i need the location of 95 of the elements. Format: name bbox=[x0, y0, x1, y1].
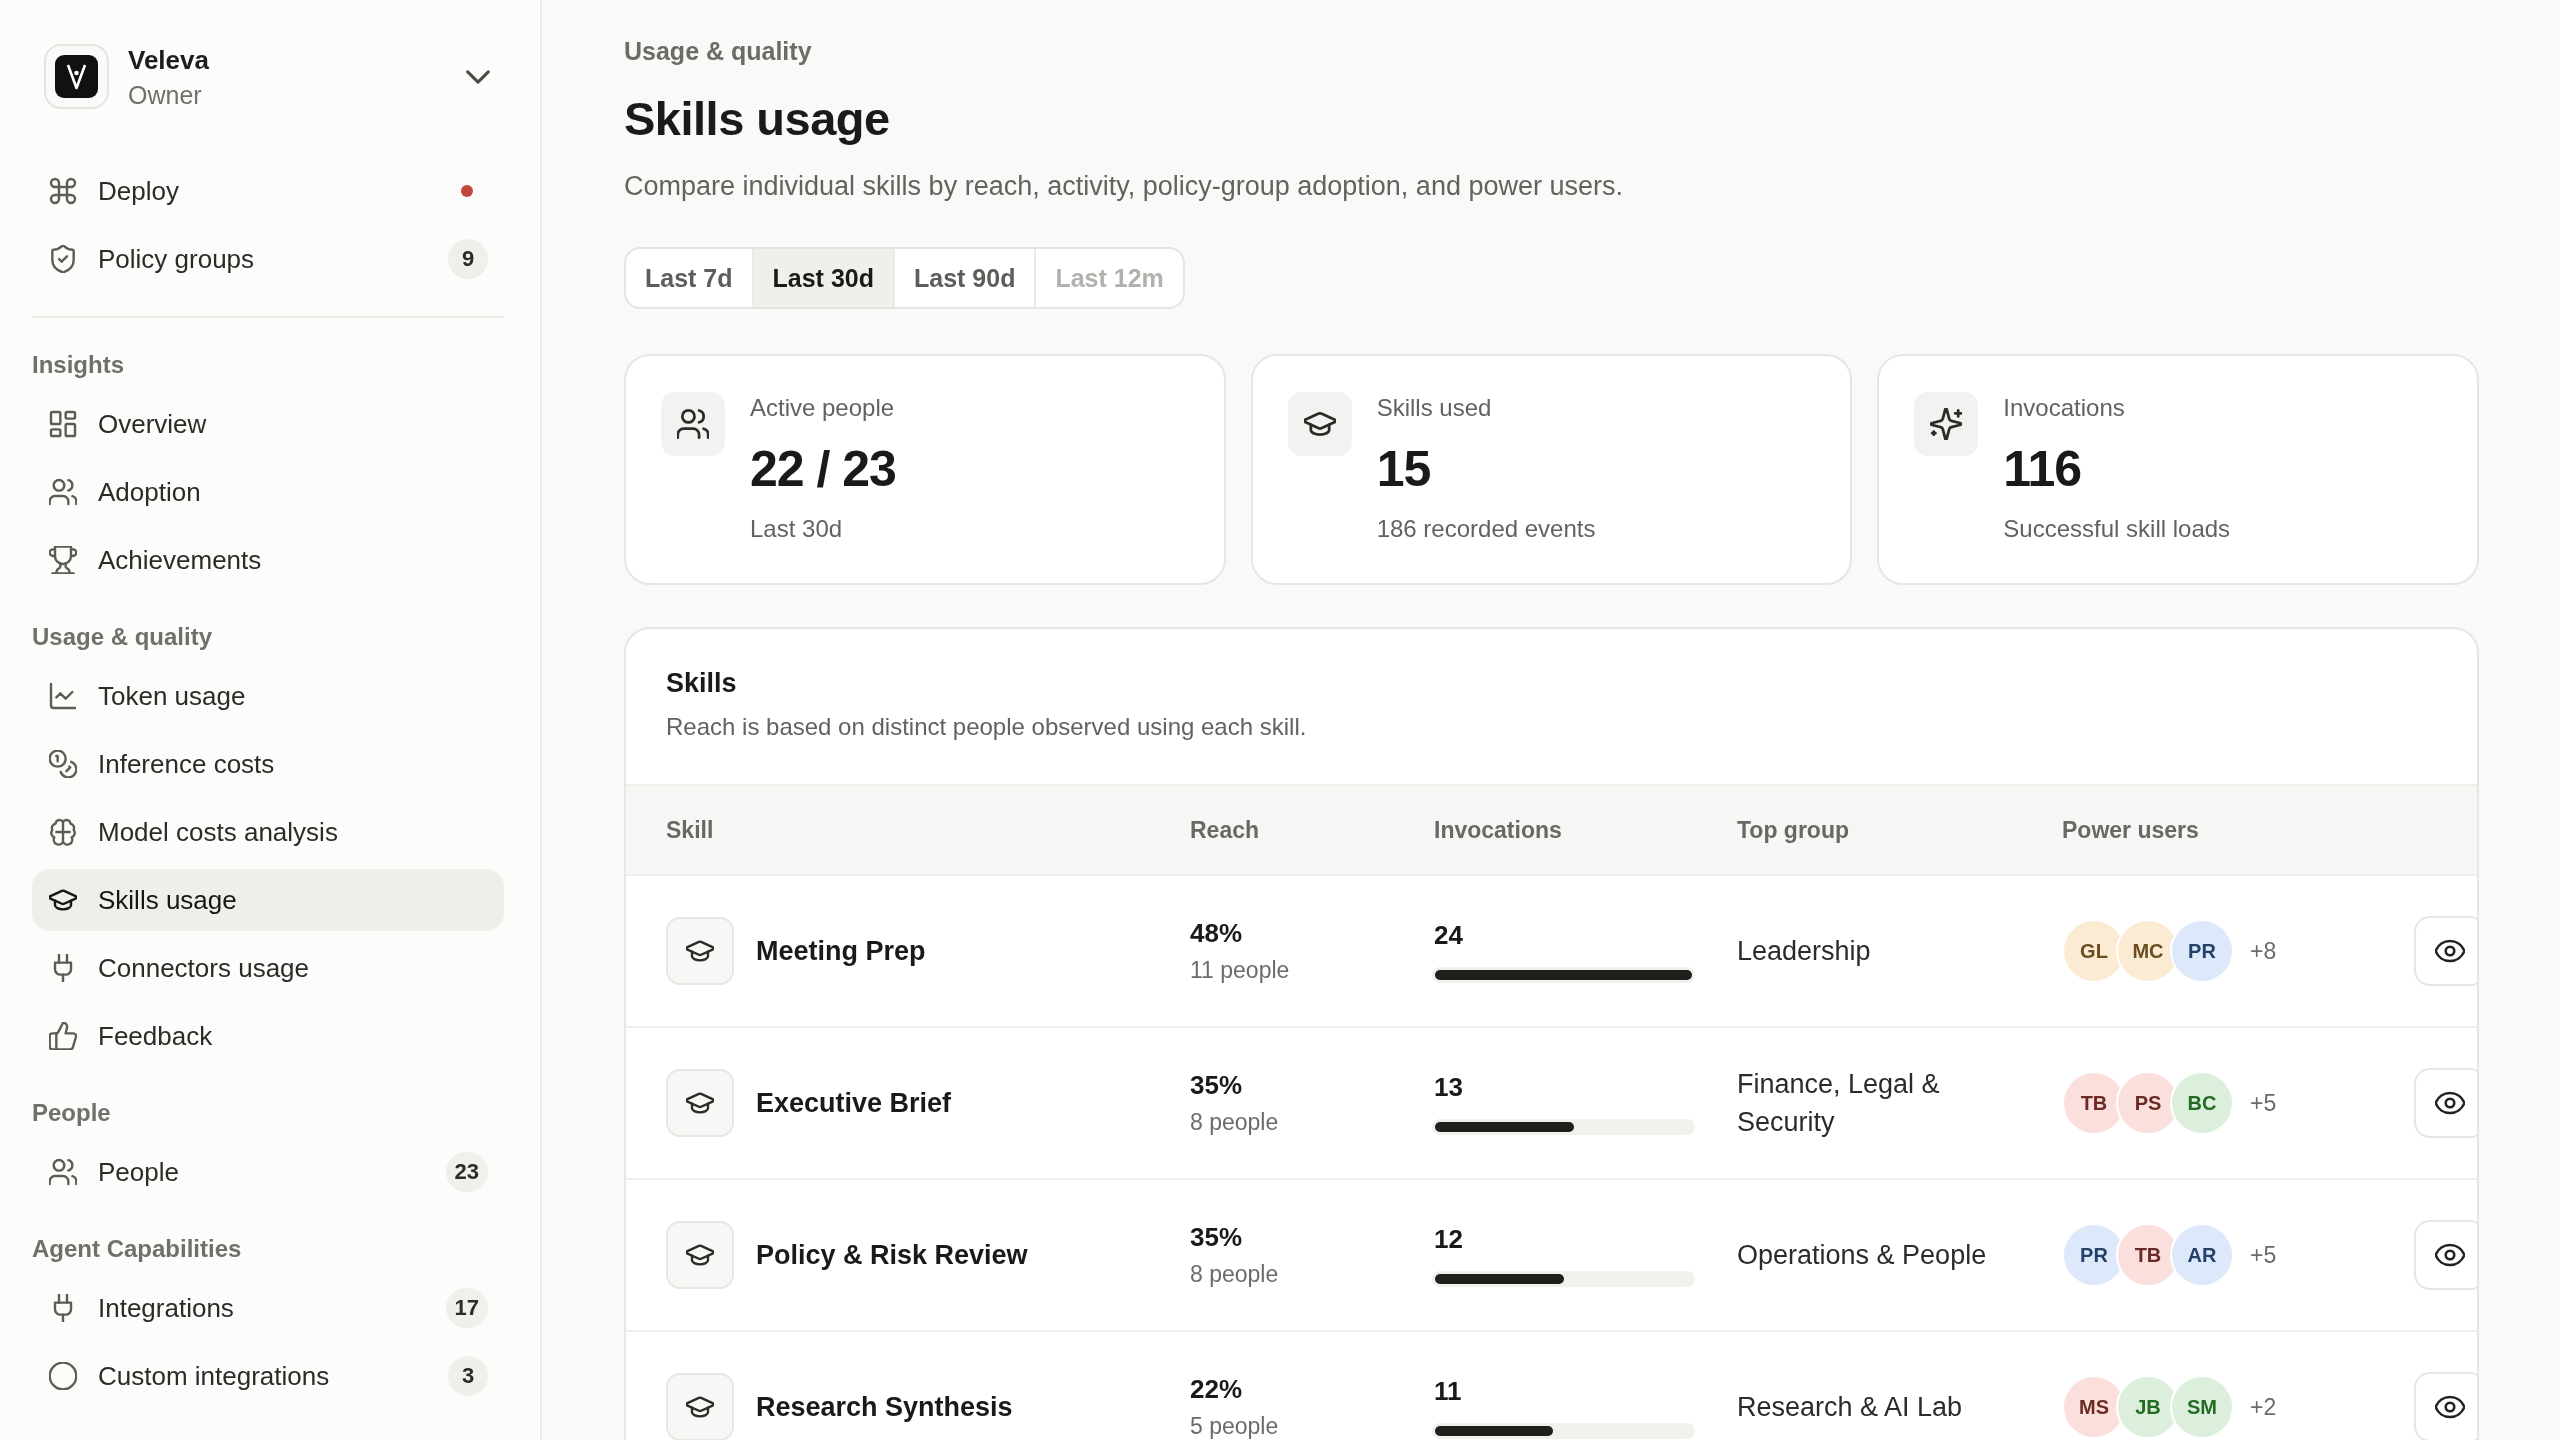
nav-item[interactable]: Deploy bbox=[32, 160, 461, 222]
workspace-role: Owner bbox=[128, 79, 203, 110]
stat-value: 15 bbox=[1376, 440, 1432, 498]
stat-note: 186 recorded events bbox=[1376, 514, 1596, 544]
column-header: Power users bbox=[2062, 816, 2200, 844]
invocation-count: 24 bbox=[1434, 919, 1463, 951]
reach-people: 5 people bbox=[1190, 1412, 1279, 1440]
count-badge: 23 bbox=[445, 1152, 488, 1192]
page-description: Compare individual skills by reach, activity, policy-group adoption, and power users. bbox=[624, 170, 1624, 203]
invocation-count: 11 bbox=[1434, 1375, 1462, 1407]
stat-value: 116 bbox=[2003, 440, 2082, 498]
top-group: Leadership bbox=[1737, 932, 2027, 970]
sparkles-icon bbox=[1914, 392, 1979, 456]
graduation-cap-icon bbox=[666, 1221, 734, 1289]
column-header: Reach bbox=[1190, 816, 1261, 844]
reach-people: 8 people bbox=[1190, 1260, 1279, 1289]
column-header: Skill bbox=[666, 816, 715, 844]
count-badge: 3 bbox=[448, 1356, 488, 1396]
graduation-cap-icon bbox=[666, 917, 734, 985]
view-button[interactable] bbox=[2414, 1220, 2477, 1290]
nav-item[interactable]: Connectors usage bbox=[32, 937, 504, 999]
nav-item[interactable]: Custom integrations bbox=[32, 1345, 448, 1407]
nav-item[interactable]: People bbox=[32, 1141, 446, 1203]
breadcrumb: Usage & quality bbox=[624, 36, 813, 66]
nav-item[interactable]: Policy groups bbox=[32, 228, 448, 290]
count-badge: 17 bbox=[445, 1288, 488, 1328]
page-title: Skills usage bbox=[624, 91, 891, 147]
more-users-count: +5 bbox=[2250, 1241, 2277, 1269]
stat-value: 22 / 23 bbox=[750, 440, 896, 498]
reach-people: 11 people bbox=[1190, 956, 1290, 985]
users-icon bbox=[49, 1158, 77, 1186]
users-icon bbox=[49, 478, 77, 506]
more-users-count: +2 bbox=[2250, 1393, 2277, 1421]
user-avatar: BC bbox=[2170, 1071, 2234, 1135]
shield-check-icon bbox=[49, 245, 77, 273]
more-users-count: +8 bbox=[2250, 937, 2277, 965]
top-group: Finance, Legal & Security bbox=[1737, 1065, 2027, 1141]
user-avatar: SM bbox=[2170, 1375, 2234, 1439]
users-icon bbox=[661, 392, 725, 456]
panel-title: Skills bbox=[666, 667, 738, 700]
reach-percent: 22% bbox=[1190, 1373, 1243, 1405]
range-tab[interactable]: Last 30d bbox=[751, 249, 893, 307]
skill-name: Meeting Prep bbox=[756, 935, 926, 967]
nav-item[interactable]: Model costs analysis bbox=[32, 801, 504, 863]
section-heading: Insights bbox=[32, 350, 125, 380]
count-badge: 9 bbox=[448, 239, 488, 279]
stat-label: Invocations bbox=[2003, 393, 2126, 423]
dashboard-icon bbox=[49, 410, 77, 438]
more-users-count: +5 bbox=[2250, 1089, 2277, 1117]
skill-name: Policy & Risk Review bbox=[756, 1239, 1028, 1271]
nav-item[interactable]: Skills usage bbox=[32, 869, 504, 931]
nav-item[interactable]: Adoption bbox=[32, 461, 504, 523]
skill-name: Research Synthesis bbox=[756, 1391, 1013, 1423]
stat-note: Successful skill loads bbox=[2003, 514, 2231, 544]
view-button[interactable] bbox=[2414, 916, 2477, 986]
reach-percent: 48% bbox=[1190, 917, 1243, 949]
reach-people: 8 people bbox=[1190, 1108, 1279, 1137]
nav-item[interactable]: Achievements bbox=[32, 529, 504, 591]
command-icon bbox=[49, 177, 77, 205]
stat-label: Skills used bbox=[1376, 393, 1493, 423]
coins-icon bbox=[49, 750, 77, 778]
user-avatar: AR bbox=[2170, 1223, 2234, 1287]
user-avatar: PR bbox=[2170, 919, 2234, 983]
invocation-count: 12 bbox=[1434, 1223, 1463, 1255]
nav-item[interactable]: Token usage bbox=[32, 665, 504, 727]
range-tab[interactable]: Last 7d bbox=[626, 249, 752, 307]
column-header: Top group bbox=[1737, 816, 1850, 844]
nav-item[interactable]: Inference costs bbox=[32, 733, 504, 795]
logo-icon bbox=[44, 44, 109, 109]
top-group: Operations & People bbox=[1737, 1236, 2027, 1274]
reach-percent: 35% bbox=[1190, 1069, 1243, 1101]
panel-subtitle: Reach is based on distinct people observed using each skill. bbox=[666, 712, 1308, 742]
skill-name: Executive Brief bbox=[756, 1087, 952, 1119]
workspace-name: Veleva bbox=[128, 43, 210, 76]
thumbs-up-icon bbox=[49, 1022, 77, 1050]
section-heading: People bbox=[32, 1098, 112, 1128]
nav-item[interactable]: Integrations bbox=[32, 1277, 446, 1339]
section-heading: Usage & quality bbox=[32, 622, 214, 652]
stat-note: Last 30d bbox=[750, 514, 844, 544]
view-button[interactable] bbox=[2414, 1372, 2477, 1440]
invocation-count: 13 bbox=[1434, 1071, 1463, 1103]
stat-label: Active people bbox=[750, 393, 896, 423]
section-heading: Agent Capabilities bbox=[32, 1234, 243, 1264]
view-button[interactable] bbox=[2414, 1068, 2477, 1138]
brain-icon bbox=[49, 818, 77, 846]
reach-percent: 35% bbox=[1190, 1221, 1243, 1253]
top-group: Research & AI Lab bbox=[1737, 1388, 2027, 1426]
range-tab[interactable]: Last 90d bbox=[892, 249, 1035, 307]
graduation-cap-icon bbox=[666, 1069, 734, 1137]
nav-item[interactable]: Feedback bbox=[32, 1005, 504, 1067]
graduation-cap-icon bbox=[1287, 392, 1352, 456]
column-header: Invocations bbox=[1434, 816, 1563, 844]
trophy-icon bbox=[49, 546, 77, 574]
nav-item[interactable]: Overview bbox=[32, 393, 504, 455]
line-chart-icon bbox=[49, 682, 77, 710]
